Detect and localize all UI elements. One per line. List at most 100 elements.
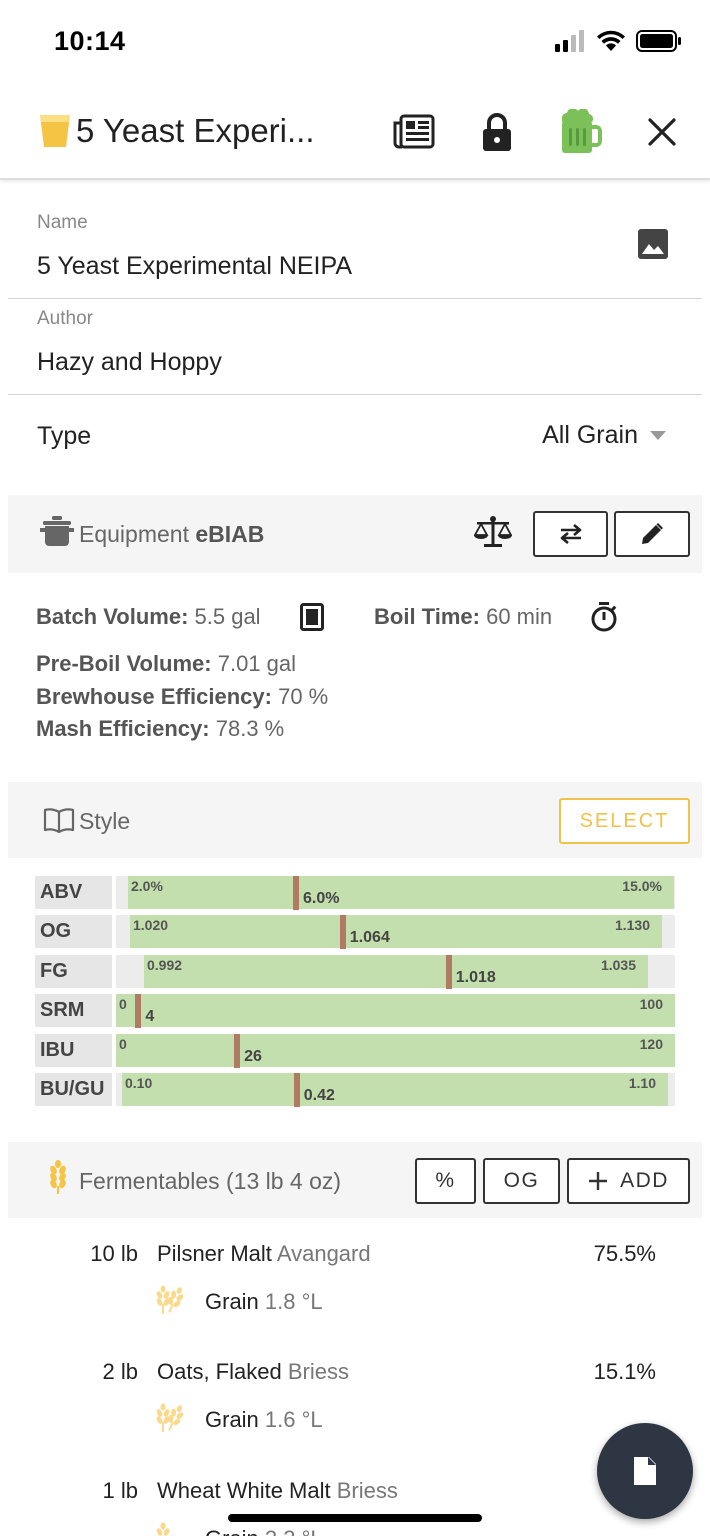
style-value-marker xyxy=(135,994,142,1028)
pre-boil-volume: Pre-Boil Volume: 7.01 gal xyxy=(36,651,297,676)
fermentable-name: Oats, Flaked Briess xyxy=(157,1359,349,1384)
style-track: 0.992 1.035 1.018 xyxy=(116,955,675,989)
wheat-icon xyxy=(156,1403,184,1432)
fermentable-type: Grain 2.3 °L xyxy=(205,1526,323,1536)
style-max-label: 100 xyxy=(639,996,663,1012)
style-value-marker xyxy=(445,955,452,989)
scale-button[interactable] xyxy=(473,515,513,554)
style-track: 0 120 26 xyxy=(116,1034,675,1068)
style-range-bar xyxy=(116,1034,675,1067)
author-field[interactable]: Author Hazy and Hoppy xyxy=(0,300,710,396)
style-row-srm: SRM 0 100 4 xyxy=(35,994,675,1028)
beer-mug-icon xyxy=(561,109,602,153)
style-row-abv: ABV 2.0% 15.0% 6.0% xyxy=(35,876,675,910)
wheat-icon xyxy=(50,1160,66,1194)
batch-volume: Batch Volume: 5.5 gal xyxy=(36,604,261,629)
style-row-bu-gu: BU/GU 0.10 1.10 0.42 xyxy=(35,1073,675,1107)
percent-button[interactable]: % xyxy=(415,1158,476,1204)
recipe-title: 5 Yeast Experi... xyxy=(76,112,315,149)
equipment-name: eBIAB xyxy=(195,521,265,547)
scale-icon xyxy=(473,516,513,547)
style-row-label: OG xyxy=(35,915,112,948)
style-track: 0 100 4 xyxy=(116,994,675,1028)
style-value-label: 4 xyxy=(145,1008,155,1025)
style-max-label: 1.035 xyxy=(600,957,636,973)
timer-icon xyxy=(591,602,617,632)
fermentables-header: Fermentables (13 lb 4 oz) % OG ADD xyxy=(8,1142,702,1218)
style-title: Style xyxy=(79,808,131,834)
add-fermentable-button[interactable]: ADD xyxy=(567,1158,690,1204)
wheat-icon xyxy=(156,1285,184,1314)
divider xyxy=(8,394,702,395)
style-min-label: 0 xyxy=(119,996,127,1012)
image-button[interactable] xyxy=(637,228,669,265)
style-max-label: 120 xyxy=(639,1036,663,1052)
style-row-label: FG xyxy=(35,955,112,988)
author-label: Author xyxy=(37,308,93,329)
image-icon xyxy=(638,229,668,259)
fermentables-title: Fermentables (13 lb 4 oz) xyxy=(79,1168,342,1194)
status-time: 10:14 xyxy=(54,26,126,56)
og-button[interactable]: OG xyxy=(483,1158,560,1204)
style-track: 0.10 1.10 0.42 xyxy=(116,1073,675,1107)
style-value-marker xyxy=(293,1073,300,1107)
style-min-label: 0.10 xyxy=(125,1075,153,1091)
edit-equipment-button[interactable] xyxy=(614,511,690,557)
pot-icon xyxy=(40,516,74,546)
author-value[interactable]: Hazy and Hoppy xyxy=(37,348,222,377)
type-field[interactable]: Type All Grain xyxy=(0,396,710,480)
style-min-label: 0 xyxy=(119,1036,127,1052)
calculator-button[interactable] xyxy=(300,603,324,636)
type-value: All Grain xyxy=(542,421,638,449)
equipment-title: Equipment eBIAB xyxy=(79,521,265,547)
style-max-label: 15.0% xyxy=(622,878,662,894)
fermentable-amount: 2 lb xyxy=(102,1359,138,1384)
battery-icon xyxy=(636,30,681,52)
boil-time: Boil Time: 60 min xyxy=(374,604,553,629)
style-min-label: 2.0% xyxy=(131,878,163,894)
style-value-marker xyxy=(339,915,346,949)
app-bar: 5 Yeast Experi... xyxy=(0,88,710,180)
style-range-bar xyxy=(144,955,648,988)
name-field[interactable]: Name 5 Yeast Experimental NEIPA xyxy=(0,196,710,300)
document-icon xyxy=(634,1457,656,1485)
book-icon xyxy=(43,808,75,833)
close-button[interactable] xyxy=(636,108,688,156)
signal-icon xyxy=(555,30,584,52)
name-value[interactable]: 5 Yeast Experimental NEIPA xyxy=(37,252,352,281)
style-select-button[interactable]: SELECT xyxy=(559,798,690,844)
type-label: Type xyxy=(37,422,92,450)
timer-button[interactable] xyxy=(590,602,618,637)
plus-icon xyxy=(589,1172,608,1190)
style-value-label: 6.0% xyxy=(303,890,340,907)
fermentable-percent: 75.5% xyxy=(593,1241,656,1266)
style-range-bar xyxy=(130,915,662,948)
style-range-bar xyxy=(116,994,675,1027)
mash-efficiency: Mash Efficiency: 78.3 % xyxy=(36,716,285,741)
style-header: Style SELECT xyxy=(8,782,702,858)
style-range-bar xyxy=(128,876,674,909)
close-icon xyxy=(648,118,676,146)
lock-button[interactable] xyxy=(471,108,523,156)
style-value-label: 0.42 xyxy=(303,1087,335,1104)
beer-color-button[interactable] xyxy=(554,108,606,156)
style-row-label: BU/GU xyxy=(35,1073,112,1106)
lock-icon xyxy=(483,113,511,151)
pencil-icon xyxy=(642,523,663,544)
fermentable-name: Pilsner Malt Avangard xyxy=(157,1241,371,1266)
style-min-label: 0.992 xyxy=(147,957,183,973)
style-track: 1.020 1.130 1.064 xyxy=(116,915,675,949)
style-row-label: IBU xyxy=(35,1034,112,1067)
status-icons xyxy=(554,30,682,52)
chevron-down-icon xyxy=(650,430,666,440)
newspaper-icon xyxy=(393,114,435,149)
newspaper-button[interactable] xyxy=(388,108,440,156)
fermentable-item[interactable]: 10 lb Pilsner Malt Avangard 75.5% Grain … xyxy=(0,1241,710,1359)
document-fab[interactable] xyxy=(597,1423,693,1519)
type-select[interactable]: All Grain xyxy=(542,421,666,450)
style-row-label: SRM xyxy=(35,994,112,1027)
recipe-title-group: 5 Yeast Experi... xyxy=(38,112,315,150)
swap-equipment-button[interactable] xyxy=(533,511,608,557)
fermentable-name: Wheat White Malt Briess xyxy=(157,1478,398,1503)
divider xyxy=(8,298,702,299)
